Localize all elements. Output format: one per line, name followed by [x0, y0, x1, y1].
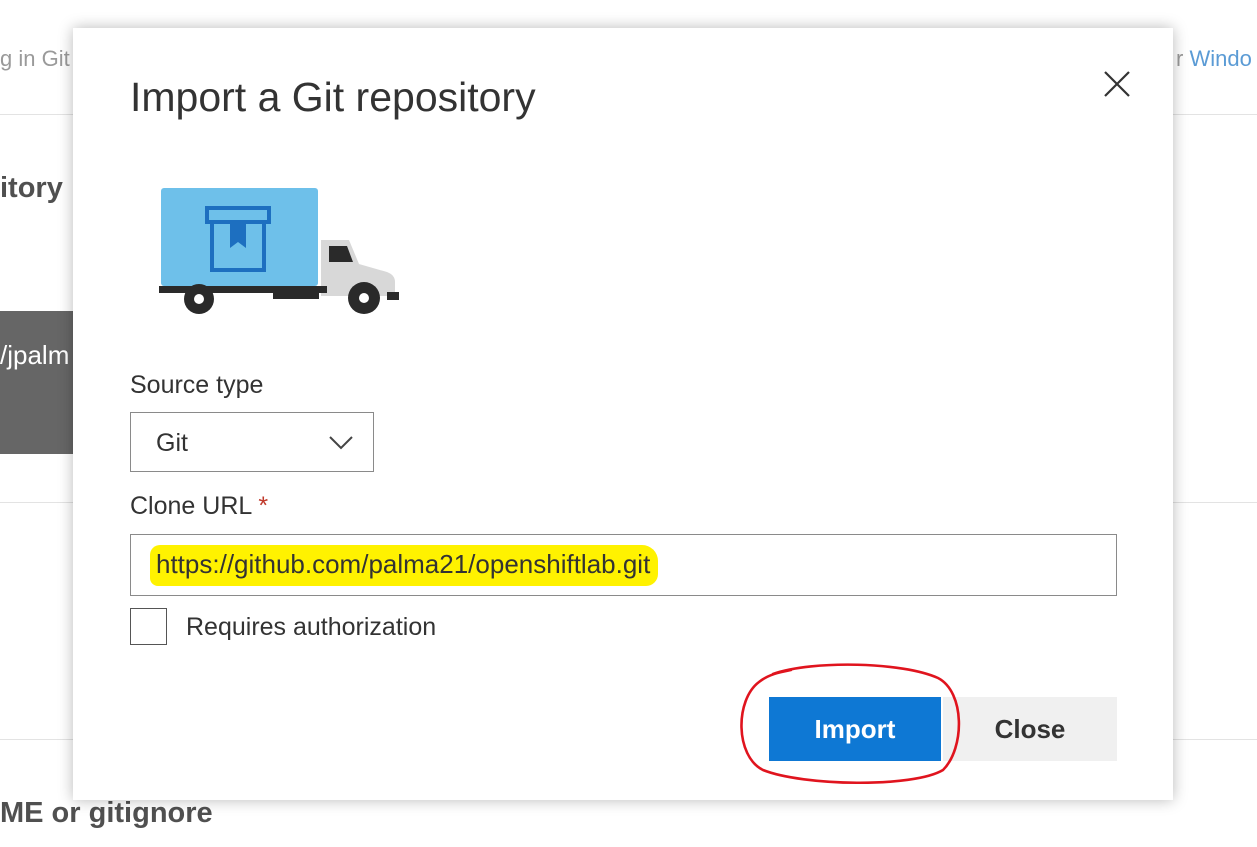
- source-type-dropdown[interactable]: Git: [130, 412, 374, 472]
- close-button[interactable]: Close: [943, 697, 1117, 761]
- url-highlight-annotation: https://github.com/palma21/openshiftlab.…: [150, 545, 659, 586]
- background-clone-url-text: /jpalm: [0, 340, 70, 370]
- clone-url-label-text: Clone URL: [130, 492, 252, 520]
- page: g in Git r Windo itory /jpalm ME or giti…: [0, 0, 1257, 847]
- background-repository-heading: itory: [0, 172, 63, 204]
- background-windows-link[interactable]: Windo: [1189, 46, 1251, 71]
- background-top-right-text: r Windo: [1176, 46, 1252, 72]
- truck-icon: [159, 186, 401, 316]
- requires-authorization-checkbox[interactable]: [130, 608, 167, 645]
- background-breadcrumb: g in Git: [0, 46, 70, 71]
- clone-url-value: https://github.com/palma21/openshiftlab.…: [156, 549, 651, 579]
- background-readme-heading: ME or gitignore: [0, 797, 213, 829]
- close-icon[interactable]: [1101, 68, 1133, 100]
- clone-url-input[interactable]: https://github.com/palma21/openshiftlab.…: [130, 534, 1117, 596]
- chevron-down-icon: [329, 436, 353, 450]
- import-button[interactable]: Import: [769, 697, 941, 761]
- source-type-value: Git: [156, 429, 188, 457]
- requires-authorization-label[interactable]: Requires authorization: [186, 613, 436, 642]
- dialog-title: Import a Git repository: [130, 74, 536, 120]
- background-top-right-prefix: r: [1176, 46, 1190, 71]
- background-clone-panel: [0, 311, 80, 454]
- source-type-label: Source type: [130, 371, 264, 399]
- clone-url-label: Clone URL *: [130, 492, 268, 521]
- required-marker: *: [258, 492, 269, 520]
- import-repository-dialog: Import a Git repository Source type Git …: [73, 28, 1173, 800]
